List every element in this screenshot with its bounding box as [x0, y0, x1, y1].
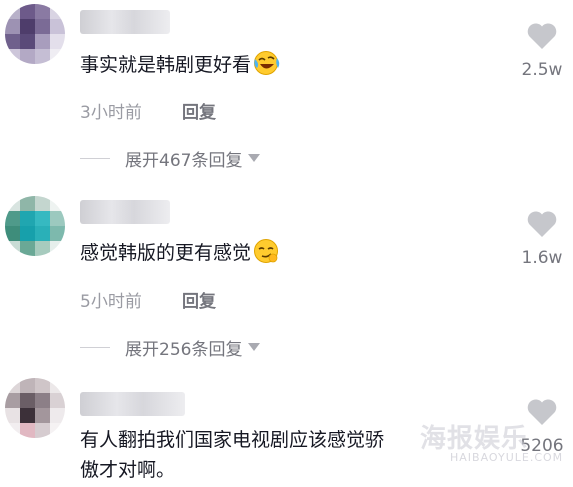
heart-icon — [527, 399, 557, 425]
like-count: 5206 — [520, 436, 564, 456]
comment-list: 事实就是韩剧更好看 3小时前 回复 展开467条回复 2.5w 感觉韩版的更有感… — [0, 0, 573, 487]
comment-text-line: 有人翻拍我们国家电视剧应该感觉骄 — [80, 429, 385, 451]
comment-item: 有人翻拍我们国家电视剧应该感觉骄 傲才对啊。 5206 — [0, 0, 573, 487]
username[interactable] — [80, 392, 185, 416]
avatar[interactable] — [5, 378, 65, 438]
comment-text: 有人翻拍我们国家电视剧应该感觉骄 傲才对啊。 — [80, 425, 384, 485]
like-button[interactable]: 5206 — [520, 398, 564, 456]
comment-text-line: 傲才对啊。 — [80, 459, 176, 481]
